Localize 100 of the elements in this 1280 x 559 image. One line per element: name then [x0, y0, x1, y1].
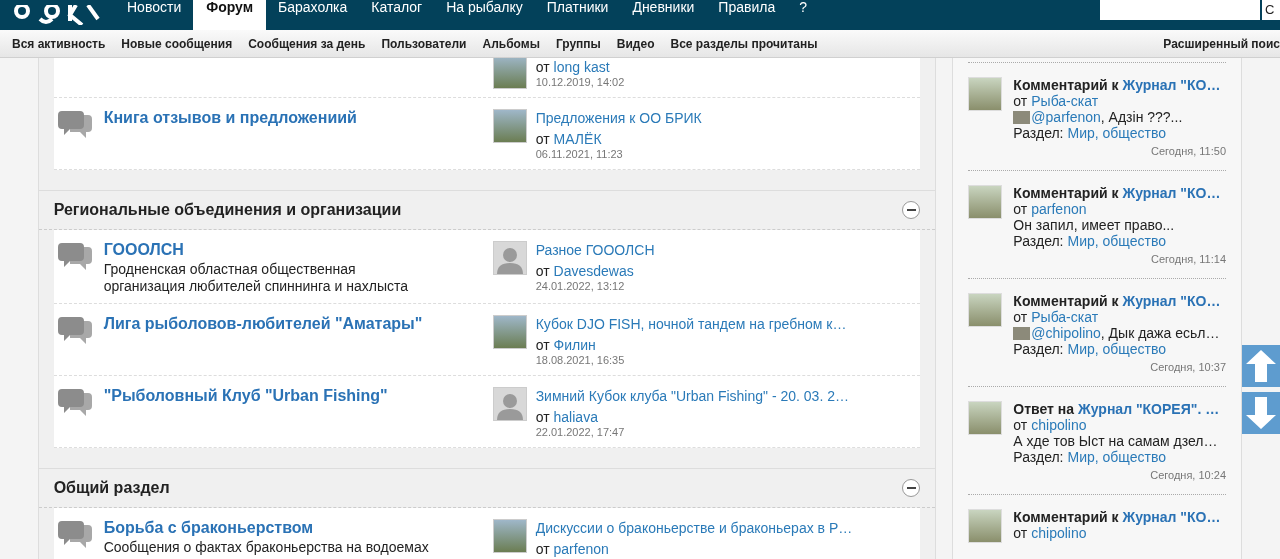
- from-label: от: [535, 262, 550, 280]
- from-label: от: [1013, 93, 1028, 109]
- photo-placeholder: [968, 77, 1003, 111]
- activity-type: Комментарий к: [1013, 185, 1119, 201]
- author-link[interactable]: long kast: [553, 58, 610, 76]
- section-title: Региональные объединения и организации: [53, 200, 402, 220]
- subnav-link[interactable]: Все разделы прочитаны: [670, 34, 818, 53]
- comment-excerpt: А хде тов Ыст на самам дзел…: [1013, 433, 1218, 449]
- subnav-link[interactable]: Сообщения за день: [248, 34, 366, 53]
- photo-placeholder: [968, 401, 1003, 435]
- journal-link[interactable]: Журнал "КО…: [1122, 185, 1221, 201]
- author-link[interactable]: Рыба-скат: [1031, 309, 1099, 325]
- journal-link[interactable]: Журнал "КО…: [1122, 293, 1221, 309]
- subnav-link[interactable]: Видео: [616, 34, 655, 53]
- author-link[interactable]: Филин: [553, 336, 596, 354]
- journal-link[interactable]: Журнал "КО…: [1122, 509, 1221, 525]
- post-time: Сегодня, 10:37: [1150, 360, 1226, 375]
- thread-link[interactable]: Предложения к ОО БРИК: [535, 109, 702, 127]
- activity-type: Ответ на: [1013, 401, 1075, 417]
- scroll-down-button[interactable]: [1242, 392, 1280, 434]
- author-link[interactable]: parfenon: [553, 540, 609, 558]
- section-label: Раздел:: [1013, 341, 1064, 357]
- thread-link[interactable]: Дискуссии о браконьерстве и браконьерах в Р…: [535, 519, 853, 537]
- search-field[interactable]: [1100, 0, 1260, 20]
- search-button[interactable]: С: [1262, 0, 1280, 20]
- from-label: от: [535, 58, 550, 76]
- nav-tab[interactable]: Барахолка: [266, 0, 360, 30]
- section-link[interactable]: Мир, общество: [1067, 449, 1166, 465]
- photo-placeholder: [1013, 326, 1031, 340]
- nav-tab[interactable]: Каталог: [359, 0, 435, 30]
- nav-tab[interactable]: На рыбалку: [434, 0, 535, 30]
- thread-link[interactable]: Зимний Кубок клуба "Urban Fishing" - 20. 03. 2…: [535, 387, 849, 405]
- forum-title-link[interactable]: Книга отзывов и предложениий: [103, 109, 357, 127]
- post-date: 24.01.2022, 13:12: [535, 280, 626, 292]
- comment-excerpt: , Дык дажа есьл…: [1100, 325, 1220, 341]
- author-link[interactable]: Davesdewas: [553, 262, 634, 280]
- subnav-link[interactable]: Альбомы: [482, 34, 540, 53]
- section-label: Раздел:: [1013, 449, 1064, 465]
- comment-excerpt: Он запил, имеет право...: [1013, 217, 1175, 233]
- from-label: от: [535, 540, 550, 558]
- scroll-up-button[interactable]: [1242, 345, 1280, 387]
- thread-link[interactable]: Разное ГОООЛСН: [535, 241, 655, 259]
- post-date: 22.01.2022, 17:47: [535, 426, 626, 438]
- photo-placeholder: [968, 185, 1003, 219]
- nav-tab[interactable]: ?: [787, 0, 819, 30]
- activity-type: Комментарий к: [1013, 509, 1119, 525]
- from-label: от: [535, 408, 550, 426]
- section-link[interactable]: Мир, общество: [1067, 233, 1166, 249]
- author-link[interactable]: chipolino: [1031, 525, 1087, 541]
- subnav-link[interactable]: Вся активность: [12, 34, 106, 53]
- forum-description: Сообщения о фактах браконьерства на водоемах: [103, 539, 430, 556]
- journal-link[interactable]: Журнал "КО…: [1122, 77, 1221, 93]
- nav-tab[interactable]: Дневники: [620, 0, 707, 30]
- subnav-link[interactable]: Пользователи: [381, 34, 467, 53]
- activity-type: Комментарий к: [1013, 293, 1119, 309]
- forum-title-link[interactable]: Борьба с браконьерством: [103, 519, 434, 537]
- arrow-up-icon: [1246, 350, 1276, 382]
- from-label: от: [1013, 309, 1028, 325]
- from-label: от: [535, 336, 550, 354]
- author-link[interactable]: haliava: [553, 408, 598, 426]
- arrow-down-icon: [1246, 397, 1276, 429]
- nav-tab[interactable]: Платники: [534, 0, 621, 30]
- post-time: Сегодня, 11:14: [1151, 252, 1226, 267]
- section-link[interactable]: Мир, общество: [1067, 341, 1166, 357]
- section-title: Общий раздел: [53, 478, 170, 498]
- subnav-link[interactable]: Группы: [555, 34, 601, 53]
- collapse-button[interactable]: [902, 201, 921, 219]
- author-link[interactable]: parfenon: [1031, 201, 1087, 217]
- collapse-button[interactable]: [902, 479, 921, 497]
- from-label: от: [1013, 201, 1028, 217]
- activity-type: Комментарий к: [1013, 77, 1119, 93]
- mention-link[interactable]: @chipolino: [1031, 325, 1101, 341]
- subnav-link[interactable]: Новые сообщения: [121, 34, 233, 53]
- nav-tab[interactable]: Форум: [193, 0, 267, 30]
- author-link[interactable]: МАЛЁК: [553, 130, 602, 148]
- section-label: Раздел:: [1013, 125, 1064, 141]
- post-date: 06.11.2021, 11:23: [535, 148, 624, 160]
- mention-link[interactable]: @parfenon: [1031, 109, 1101, 125]
- thread-link[interactable]: Кубок DJO FISH, ночной тандем на гребном к…: [535, 315, 847, 333]
- post-time: Сегодня, 11:50: [1151, 144, 1226, 159]
- photo-placeholder: [1013, 110, 1031, 124]
- forum-description: Гродненская областная общественная организация любителей спиннинга и нахлыста: [103, 261, 410, 295]
- author-link[interactable]: Рыба-скат: [1031, 93, 1099, 109]
- advanced-search-link[interactable]: Расширенный поис: [1163, 34, 1280, 53]
- forum-title-link[interactable]: ГОООЛСН: [103, 241, 434, 259]
- nav-tab[interactable]: Правила: [706, 0, 788, 30]
- post-time: Сегодня, 10:24: [1150, 468, 1226, 483]
- post-date: 10.12.2019, 14:02: [535, 76, 625, 88]
- nav-tab[interactable]: Новости: [115, 0, 194, 30]
- section-link[interactable]: Мир, общество: [1067, 125, 1166, 141]
- journal-link[interactable]: Журнал "КОРЕЯ". …: [1078, 401, 1220, 417]
- forum-title-link[interactable]: Лига рыболовов-любителей "Аматары": [103, 315, 423, 333]
- post-date: 18.08.2021, 16:35: [535, 354, 626, 366]
- from-label: от: [535, 130, 550, 148]
- forum-title-link[interactable]: "Рыболовный Клуб "Urban Fishing": [103, 387, 388, 405]
- photo-placeholder: [968, 509, 1003, 543]
- author-link[interactable]: chipolino: [1031, 417, 1087, 433]
- comment-excerpt: , Адзін ???...: [1100, 109, 1183, 125]
- from-label: от: [1013, 417, 1028, 433]
- section-label: Раздел:: [1013, 233, 1064, 249]
